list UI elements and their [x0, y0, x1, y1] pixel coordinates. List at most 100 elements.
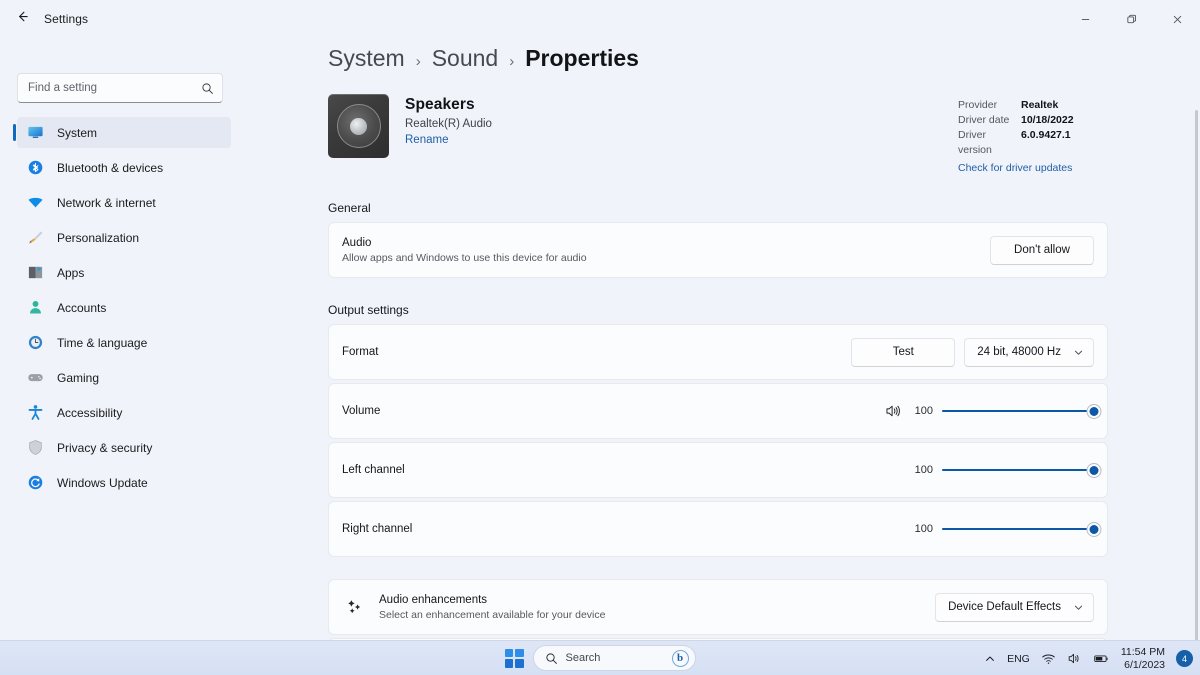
sidebar-item-accessibility[interactable]: Accessibility — [17, 397, 231, 428]
accessibility-icon — [26, 404, 44, 422]
rename-link[interactable]: Rename — [405, 134, 448, 146]
start-icon-tile — [504, 659, 513, 668]
sidebar-item-label: Gaming — [57, 370, 100, 385]
left-channel-title: Left channel — [342, 464, 405, 476]
taskbar-search[interactable]: Search b — [532, 645, 696, 671]
sidebar-item-bluetooth-devices[interactable]: Bluetooth & devices — [17, 152, 231, 183]
tray-language[interactable]: ENG — [1007, 653, 1030, 665]
notification-badge[interactable]: 4 — [1176, 650, 1193, 667]
speaker-cone — [336, 104, 381, 148]
left-channel-slider[interactable] — [942, 462, 1101, 478]
driver-date-row: Driver date 10/18/2022 — [958, 113, 1108, 128]
taskbar-center: Search b — [504, 645, 696, 671]
sidebar-item-accounts[interactable]: Accounts — [17, 292, 231, 323]
sidebar-item-windows-update[interactable]: Windows Update — [17, 467, 231, 498]
wifi-icon[interactable] — [1041, 651, 1056, 666]
speaker-dome — [350, 117, 367, 135]
update-icon — [26, 474, 44, 492]
sidebar-item-personalization[interactable]: Personalization — [17, 222, 231, 253]
window-title: Settings — [44, 12, 89, 26]
volume-slider-fill — [942, 409, 1094, 413]
audio-setting-texts: Audio Allow apps and Windows to use this… — [342, 237, 587, 264]
minimize-button[interactable] — [1062, 0, 1108, 38]
tray-date: 6/1/2023 — [1124, 658, 1165, 671]
back-button[interactable] — [6, 3, 38, 35]
test-button[interactable]: Test — [851, 337, 956, 367]
right-channel-slider-thumb[interactable] — [1087, 522, 1101, 536]
taskbar: Search b ENG 11:54 PM 6/1/2023 4 — [0, 640, 1200, 675]
sidebar: System Bluetooth & devices Network — [0, 38, 243, 640]
right-channel-title: Right channel — [342, 523, 413, 535]
audio-enhancements-actions: Device Default Effects — [935, 592, 1094, 622]
start-button[interactable] — [504, 648, 524, 668]
sidebar-item-system[interactable]: System — [13, 117, 231, 148]
driver-provider-label: Provider — [958, 99, 998, 111]
left-channel-slider-fill — [942, 468, 1094, 472]
bluetooth-icon — [26, 159, 44, 177]
main-content: System › Sound › Properties Speakers Rea… — [243, 38, 1200, 640]
section-label-general: General — [328, 201, 371, 215]
wifi-icon — [26, 194, 44, 212]
format-title: Format — [342, 346, 379, 358]
speaker-icon — [328, 94, 389, 158]
volume-slider-thumb[interactable] — [1087, 404, 1101, 418]
sidebar-item-network-internet[interactable]: Network & internet — [17, 187, 231, 218]
bing-icon[interactable]: b — [671, 649, 689, 667]
tray-time: 11:54 PM — [1120, 645, 1165, 658]
right-channel-actions: 100 — [911, 521, 1101, 537]
driver-info: Provider Realtek Driver date 10/18/2022 … — [958, 94, 1108, 176]
volume-row: Volume 100 — [328, 383, 1108, 439]
battery-icon[interactable] — [1093, 650, 1110, 667]
sidebar-item-privacy-security[interactable]: Privacy & security — [17, 432, 231, 463]
volume-slider[interactable] — [942, 403, 1101, 419]
volume-slider-group: 100 — [885, 403, 1101, 419]
audio-enhancements-row: Audio enhancements Select an enhancement… — [328, 579, 1108, 635]
chevron-up-icon[interactable] — [984, 653, 996, 665]
search-input[interactable] — [28, 82, 201, 94]
driver-provider-value: Realtek — [1021, 99, 1059, 111]
sidebar-item-apps[interactable]: Apps — [17, 257, 231, 288]
driver-date-label: Driver date — [958, 114, 1010, 126]
audio-setting-subtitle: Allow apps and Windows to use this devic… — [342, 251, 587, 264]
audio-enhancements-dropdown[interactable]: Device Default Effects — [935, 592, 1094, 622]
right-channel-slider[interactable] — [942, 521, 1101, 537]
right-channel-slider-fill — [942, 527, 1094, 531]
sidebar-item-label: Accessibility — [57, 405, 123, 420]
format-dropdown[interactable]: 24 bit, 48000 Hz — [964, 337, 1094, 367]
audio-enhancements-subtitle: Select an enhancement available for your… — [379, 608, 606, 621]
search-box[interactable] — [17, 73, 223, 103]
left-channel-slider-thumb[interactable] — [1087, 463, 1101, 477]
driver-provider-row: Provider Realtek — [958, 98, 1108, 113]
driver-version-row: Driver version 6.0.9427.1 — [958, 128, 1108, 158]
sidebar-item-label: Accounts — [57, 300, 107, 315]
sidebar-item-label: Apps — [57, 265, 85, 280]
format-actions: Test 24 bit, 48000 Hz — [851, 337, 1094, 367]
tray-clock[interactable]: 11:54 PM 6/1/2023 — [1121, 646, 1165, 672]
breadcrumb-system[interactable]: System — [328, 45, 405, 72]
left-channel-row: Left channel 100 — [328, 442, 1108, 498]
brush-icon — [26, 229, 44, 247]
speaker-wave-icon[interactable] — [885, 403, 901, 419]
sidebar-item-label: Windows Update — [57, 475, 148, 490]
volume-icon[interactable] — [1067, 651, 1082, 666]
audio-enhancements-value: Device Default Effects — [948, 601, 1061, 613]
audio-enhancements-title: Audio enhancements — [379, 593, 488, 606]
content-scrollbar[interactable] — [1195, 110, 1198, 640]
taskbar-search-placeholder: Search — [565, 652, 601, 664]
title-bar: Settings — [0, 0, 1200, 38]
maximize-button[interactable] — [1108, 0, 1154, 38]
left-channel-actions: 100 — [911, 462, 1101, 478]
check-driver-updates-link[interactable]: Check for driver updates — [958, 162, 1072, 174]
sidebar-item-label: Privacy & security — [57, 440, 153, 455]
sidebar-item-label: System — [57, 125, 98, 140]
format-row: Format Test 24 bit, 48000 Hz — [328, 324, 1108, 380]
driver-date-value: 10/18/2022 — [1021, 114, 1074, 126]
breadcrumb-separator: › — [509, 53, 515, 70]
close-button[interactable] — [1154, 0, 1200, 38]
left-channel-slider-group: 100 — [911, 462, 1101, 478]
driver-version-value: 6.0.9427.1 — [1021, 129, 1071, 141]
sidebar-item-gaming[interactable]: Gaming — [17, 362, 231, 393]
breadcrumb-sound[interactable]: Sound — [432, 45, 499, 72]
dont-allow-button[interactable]: Don't allow — [990, 235, 1094, 265]
sidebar-item-time-language[interactable]: Time & language — [17, 327, 231, 358]
